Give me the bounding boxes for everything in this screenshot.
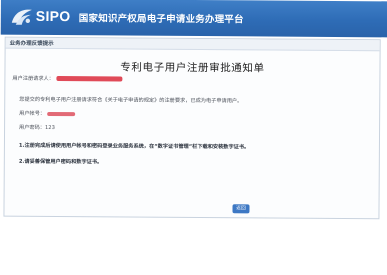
tab-bar: 业务办理反馈提示 (5, 37, 380, 52)
note-1: 1.注册完成后请使用用户帐号和密码登录业务服务系统，在“数字证书管理”栏下载和安… (18, 142, 250, 151)
return-button[interactable]: 返回 (232, 204, 250, 214)
content-panel: 业务办理反馈提示 专利电子用户注册审批通知单 用户注册请求人： 您提交的专利电子… (3, 36, 381, 220)
password-row: 用户密码：123 (19, 124, 55, 131)
header-bar: SIPO 国家知识产权局电子申请业务办理平台 (0, 0, 387, 38)
tab-feedback[interactable]: 业务办理反馈提示 (10, 39, 54, 47)
account-row: 用户帐号： (19, 110, 76, 117)
account-label: 用户帐号： (19, 110, 46, 117)
platform-title: 国家知识产权局电子申请业务办理平台 (78, 13, 244, 26)
password-value: 123 (44, 124, 55, 132)
logo-text: SIPO (35, 7, 71, 25)
password-label: 用户密码： (19, 124, 46, 131)
applicant-row: 用户注册请求人： (12, 75, 122, 83)
document-title: 专利电子用户注册审批通知单 (120, 61, 265, 75)
applicant-label: 用户注册请求人： (12, 75, 54, 83)
note-2: 2.请妥善保管用户密码和数字证书。 (18, 158, 103, 166)
redacted-account-number (47, 111, 76, 116)
page: SIPO 国家知识产权局电子申请业务办理平台 业务办理反馈提示 专利电子用户注册… (0, 0, 387, 275)
approval-text: 您提交的专利电子用户注册请求符合《关于电子申请的规定》的注册要求，已成为电子申请… (19, 96, 243, 105)
redacted-applicant-name (55, 76, 122, 82)
sipo-emblem-icon (11, 9, 32, 25)
